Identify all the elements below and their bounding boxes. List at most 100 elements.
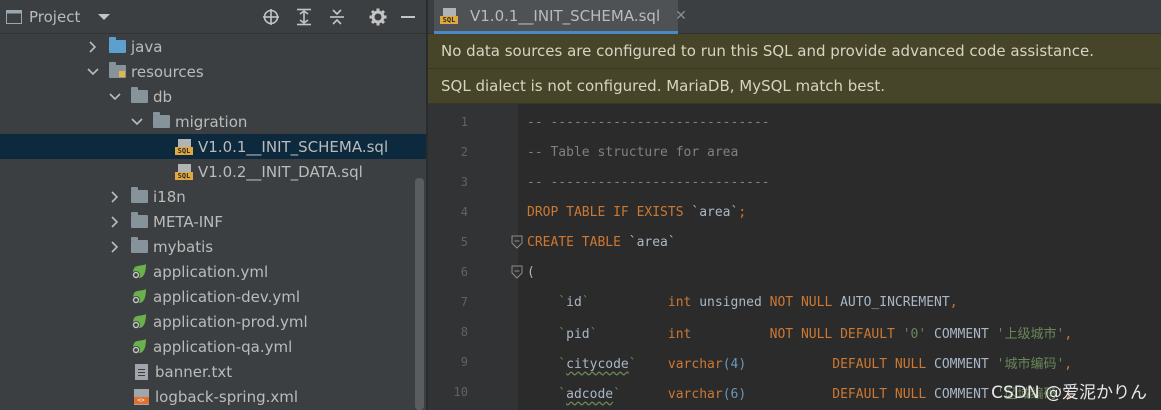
code-line[interactable]: 1 -- ----------------------------: [428, 107, 1161, 137]
tree-item-label: mybatis: [153, 237, 214, 256]
code-token: NOT NULL: [769, 326, 841, 342]
line-number: 6: [460, 265, 468, 279]
code-token: ,: [1064, 326, 1073, 342]
chevron-right-icon[interactable]: [86, 40, 100, 54]
tree-item-db[interactable]: db: [0, 84, 426, 109]
code-token: `: [527, 294, 567, 310]
code-token: COMMENT: [934, 356, 997, 372]
gear-icon[interactable]: [368, 7, 388, 27]
line-number: 2: [460, 145, 468, 159]
code-token: (6): [722, 386, 747, 402]
folder-icon: [152, 112, 170, 130]
chevron-right-icon[interactable]: [108, 215, 122, 229]
code-text: `id` int unsigned NOT NULL AUTO_INCREMEN…: [527, 294, 958, 310]
chevron-right-icon[interactable]: [108, 190, 122, 204]
tree-item-migration[interactable]: migration: [0, 109, 426, 134]
tree-item-label: java: [131, 37, 163, 56]
code-token: adcode: [566, 386, 614, 402]
tree-item-resources[interactable]: resources: [0, 59, 426, 84]
chevron-down-icon[interactable]: [130, 115, 144, 129]
text-file-icon: [132, 363, 150, 380]
code-token: CREATE TABLE: [527, 234, 629, 250]
tree-item-label: V1.0.2__INIT_DATA.sql: [198, 162, 363, 181]
code-line[interactable]: 7 `id` int unsigned NOT NULL AUTO_INCREM…: [428, 287, 1161, 317]
watermark: CSDN @爱泥かりん: [991, 383, 1147, 403]
code-line[interactable]: 3 -- ----------------------------: [428, 167, 1161, 197]
code-token: (: [527, 264, 535, 280]
code-line[interactable]: 6(: [428, 257, 1161, 287]
spring-config-icon: [130, 263, 148, 280]
chevron-down-icon[interactable]: [108, 90, 122, 104]
code-line[interactable]: 2 -- Table structure for area: [428, 137, 1161, 167]
code-token: `: [613, 386, 621, 402]
tree-item-label: logback-spring.xml: [155, 387, 299, 406]
code-editor[interactable]: 1 -- ---------------------------- 2 -- Tabl…: [428, 104, 1161, 410]
code-token: NOT NULL: [769, 294, 841, 310]
chevron-down-icon[interactable]: [86, 65, 100, 79]
sql-dialect-banner: SQL dialect is not configured. MariaDB, …: [428, 69, 1161, 104]
code-token: ;: [738, 204, 747, 220]
code-token: `: [527, 386, 567, 402]
tree-item-label: migration: [175, 112, 248, 131]
code-token: '0': [902, 326, 935, 342]
code-line[interactable]: 8 `pid` int NOT NULL DEFAULT '0' COMMENT…: [428, 317, 1161, 347]
project-tree: java resources db migration SQL V1.0.1__…: [0, 34, 426, 409]
folder-icon: [130, 237, 148, 255]
tree-item-banner-txt[interactable]: banner.txt: [0, 359, 426, 384]
chevron-down-icon[interactable]: [97, 12, 111, 22]
project-scrollbar-thumb[interactable]: [415, 178, 424, 410]
tree-item-application-qa-yml[interactable]: application-qa.yml: [0, 334, 426, 359]
tree-item-i18n[interactable]: i18n: [0, 184, 426, 209]
tree-item-label: db: [153, 87, 173, 106]
code-text: `citycode` varchar(4) DEFAULT NULL COMME…: [527, 353, 1072, 372]
fold-icon[interactable]: [511, 235, 523, 249]
close-icon[interactable]: ✕: [675, 8, 687, 24]
expand-all-icon[interactable]: [294, 7, 314, 27]
tree-item-application-yml[interactable]: application.yml: [0, 259, 426, 284]
code-token: ,: [949, 294, 958, 310]
tree-item-application-prod-yml[interactable]: application-prod.yml: [0, 309, 426, 334]
tree-item-meta-inf[interactable]: META-INF: [0, 209, 426, 234]
tree-item-java[interactable]: java: [0, 34, 426, 59]
code-token: `: [628, 356, 637, 372]
code-text: -- ----------------------------: [527, 175, 770, 190]
tree-item-label: application-prod.yml: [153, 312, 308, 331]
code-line[interactable]: 9 `citycode` varchar(4) DEFAULT NULL COM…: [428, 347, 1161, 377]
minimize-icon[interactable]: [398, 7, 418, 27]
code-token: `: [581, 294, 590, 310]
folder-resources-icon: [108, 62, 126, 80]
code-token: -- ----------------------------: [527, 114, 770, 130]
xml-file-icon: [132, 388, 150, 405]
line-number: 8: [460, 325, 468, 339]
chevron-right-icon[interactable]: [108, 240, 122, 254]
editor-tab-init-schema[interactable]: SQL V1.0.1__INIT_SCHEMA.sql ✕: [434, 0, 687, 34]
spring-config-icon: [130, 313, 148, 330]
sql-file-icon: SQL: [175, 163, 193, 180]
project-view-selector[interactable]: Project: [6, 0, 111, 34]
code-token: id: [566, 294, 582, 310]
tree-item-label: resources: [131, 62, 204, 81]
code-text: (: [527, 265, 535, 280]
code-line[interactable]: 4 DROP TABLE IF EXISTS `area`;: [428, 197, 1161, 227]
locate-icon[interactable]: [261, 7, 281, 27]
line-number: 10: [453, 385, 468, 399]
code-token: varchar: [636, 356, 723, 372]
code-token: `area`: [628, 234, 676, 250]
code-line[interactable]: 5 CREATE TABLE `area`: [428, 227, 1161, 257]
line-number: 9: [460, 355, 468, 369]
tree-item-logback-spring-xml[interactable]: logback-spring.xml: [0, 384, 426, 409]
collapse-all-icon[interactable]: [327, 7, 347, 27]
code-token: COMMENT: [934, 386, 997, 402]
code-text: `pid` int NOT NULL DEFAULT '0' COMMENT '…: [527, 323, 1072, 342]
spring-config-icon: [130, 338, 148, 355]
line-number: 3: [460, 175, 468, 189]
fold-icon[interactable]: [511, 265, 523, 279]
tree-item-application-dev-yml[interactable]: application-dev.yml: [0, 284, 426, 309]
tree-item-label: application.yml: [153, 262, 269, 281]
tree-item-init-data-sql[interactable]: SQL V1.0.2__INIT_DATA.sql: [0, 159, 426, 184]
tree-item-label: banner.txt: [155, 362, 233, 381]
tree-item-init-schema-sql[interactable]: SQL V1.0.1__INIT_SCHEMA.sql: [0, 134, 426, 159]
code-token: varchar: [620, 386, 723, 402]
code-token: int: [589, 294, 700, 310]
tree-item-mybatis[interactable]: mybatis: [0, 234, 426, 259]
